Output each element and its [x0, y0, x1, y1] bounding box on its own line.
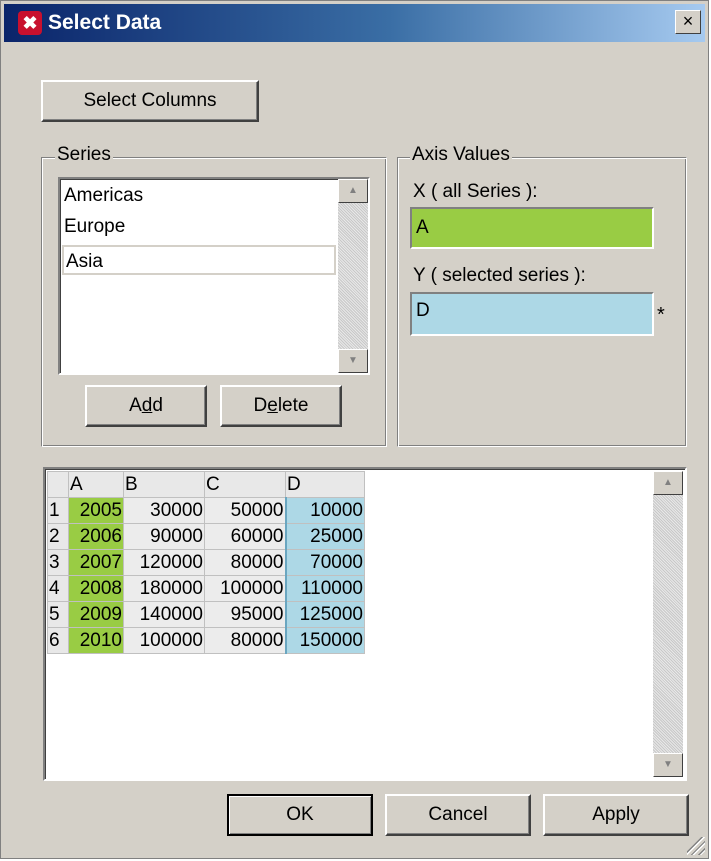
grid-col-header-a[interactable]: A	[68, 471, 124, 498]
grid-cell[interactable]: 90000	[123, 523, 205, 550]
grid-cell[interactable]: 80000	[204, 627, 286, 654]
grid-cell[interactable]: 95000	[204, 601, 286, 628]
grid-cell[interactable]: 50000	[204, 497, 286, 524]
grid-cell[interactable]: 2005	[68, 497, 124, 524]
grid-cell[interactable]: 2008	[68, 575, 124, 602]
series-item-asia[interactable]: Asia	[62, 245, 336, 275]
apply-button[interactable]: Apply	[543, 794, 689, 836]
y-axis-marker: *	[657, 304, 665, 326]
ok-button[interactable]: OK	[227, 794, 373, 836]
table-row: 3 2007 120000 80000 70000	[47, 549, 365, 576]
select-data-dialog: ✖ Select Data × Select Columns Series Am…	[0, 0, 709, 859]
grid-cell[interactable]: 70000	[284, 549, 365, 576]
x-axis-label: X ( all Series ):	[413, 181, 538, 202]
row-header[interactable]: 6	[47, 627, 69, 654]
arrow-down-icon[interactable]: ▼	[338, 349, 368, 373]
table-row: 6 2010 100000 80000 150000	[47, 627, 365, 654]
arrow-down-icon[interactable]: ▼	[653, 753, 683, 777]
series-listbox[interactable]: Americas Europe Asia ▲ ▼	[58, 177, 370, 375]
grid-cell[interactable]: 30000	[123, 497, 205, 524]
delete-button[interactable]: Delete	[220, 385, 342, 427]
grid-corner	[47, 471, 69, 498]
row-header[interactable]: 5	[47, 601, 69, 628]
grid-cell[interactable]: 110000	[284, 575, 365, 602]
series-item-americas[interactable]: Americas	[62, 181, 336, 211]
grid-col-header-c[interactable]: C	[204, 471, 286, 498]
arrow-up-icon[interactable]: ▲	[653, 471, 683, 495]
table-row: 1 2005 30000 50000 10000	[47, 497, 365, 524]
y-axis-label: Y ( selected series ):	[413, 265, 586, 286]
table-row: 5 2009 140000 95000 125000	[47, 601, 365, 628]
grid-cell[interactable]: 100000	[123, 627, 205, 654]
series-item-europe[interactable]: Europe	[62, 212, 336, 242]
grid-header-row: A B C D	[47, 471, 365, 498]
grid-cell[interactable]: 80000	[204, 549, 286, 576]
series-scrollbar[interactable]: ▲ ▼	[338, 179, 368, 373]
grid-cell[interactable]: 100000	[204, 575, 286, 602]
data-grid-panel: A B C D 1 2005 30000 50000 10000 2 2006 …	[43, 467, 687, 781]
cancel-button[interactable]: Cancel	[385, 794, 531, 836]
grid-cell[interactable]: 150000	[284, 627, 365, 654]
grid-scrollbar[interactable]: ▲ ▼	[653, 471, 683, 777]
grid-cell[interactable]: 60000	[204, 523, 286, 550]
series-legend: Series	[55, 144, 113, 165]
row-header[interactable]: 2	[47, 523, 69, 550]
add-button[interactable]: Add	[85, 385, 207, 427]
row-header[interactable]: 3	[47, 549, 69, 576]
grid-cell[interactable]: 25000	[284, 523, 365, 550]
title-bar[interactable]: ✖ Select Data ×	[4, 4, 705, 42]
table-row: 4 2008 180000 100000 110000	[47, 575, 365, 602]
row-header[interactable]: 1	[47, 497, 69, 524]
grid-cell[interactable]: 140000	[123, 601, 205, 628]
grid-cell[interactable]: 2007	[68, 549, 124, 576]
grid-col-header-d[interactable]: D	[285, 471, 365, 498]
add-button-label: Add	[129, 395, 163, 416]
row-header[interactable]: 4	[47, 575, 69, 602]
resize-grip-icon[interactable]	[687, 837, 705, 855]
x-axis-field[interactable]: A	[410, 207, 654, 249]
grid-cell[interactable]: 125000	[284, 601, 365, 628]
grid-cell[interactable]: 2009	[68, 601, 124, 628]
grid-cell[interactable]: 2010	[68, 627, 124, 654]
grid-cell[interactable]: 180000	[123, 575, 205, 602]
grid-cell[interactable]: 120000	[123, 549, 205, 576]
arrow-up-icon[interactable]: ▲	[338, 179, 368, 203]
axis-values-legend: Axis Values	[410, 144, 512, 165]
table-row: 2 2006 90000 60000 25000	[47, 523, 365, 550]
grid-cell[interactable]: 10000	[284, 497, 365, 524]
y-axis-field[interactable]: D	[410, 292, 654, 336]
app-x-icon: ✖	[18, 11, 42, 35]
grid-cell[interactable]: 2006	[68, 523, 124, 550]
close-button[interactable]: ×	[675, 10, 701, 34]
delete-button-label: Delete	[253, 395, 309, 416]
select-columns-button[interactable]: Select Columns	[41, 80, 259, 122]
dialog-title: Select Data	[48, 11, 162, 34]
data-grid[interactable]: A B C D 1 2005 30000 50000 10000 2 2006 …	[47, 471, 365, 654]
grid-col-header-b[interactable]: B	[123, 471, 205, 498]
